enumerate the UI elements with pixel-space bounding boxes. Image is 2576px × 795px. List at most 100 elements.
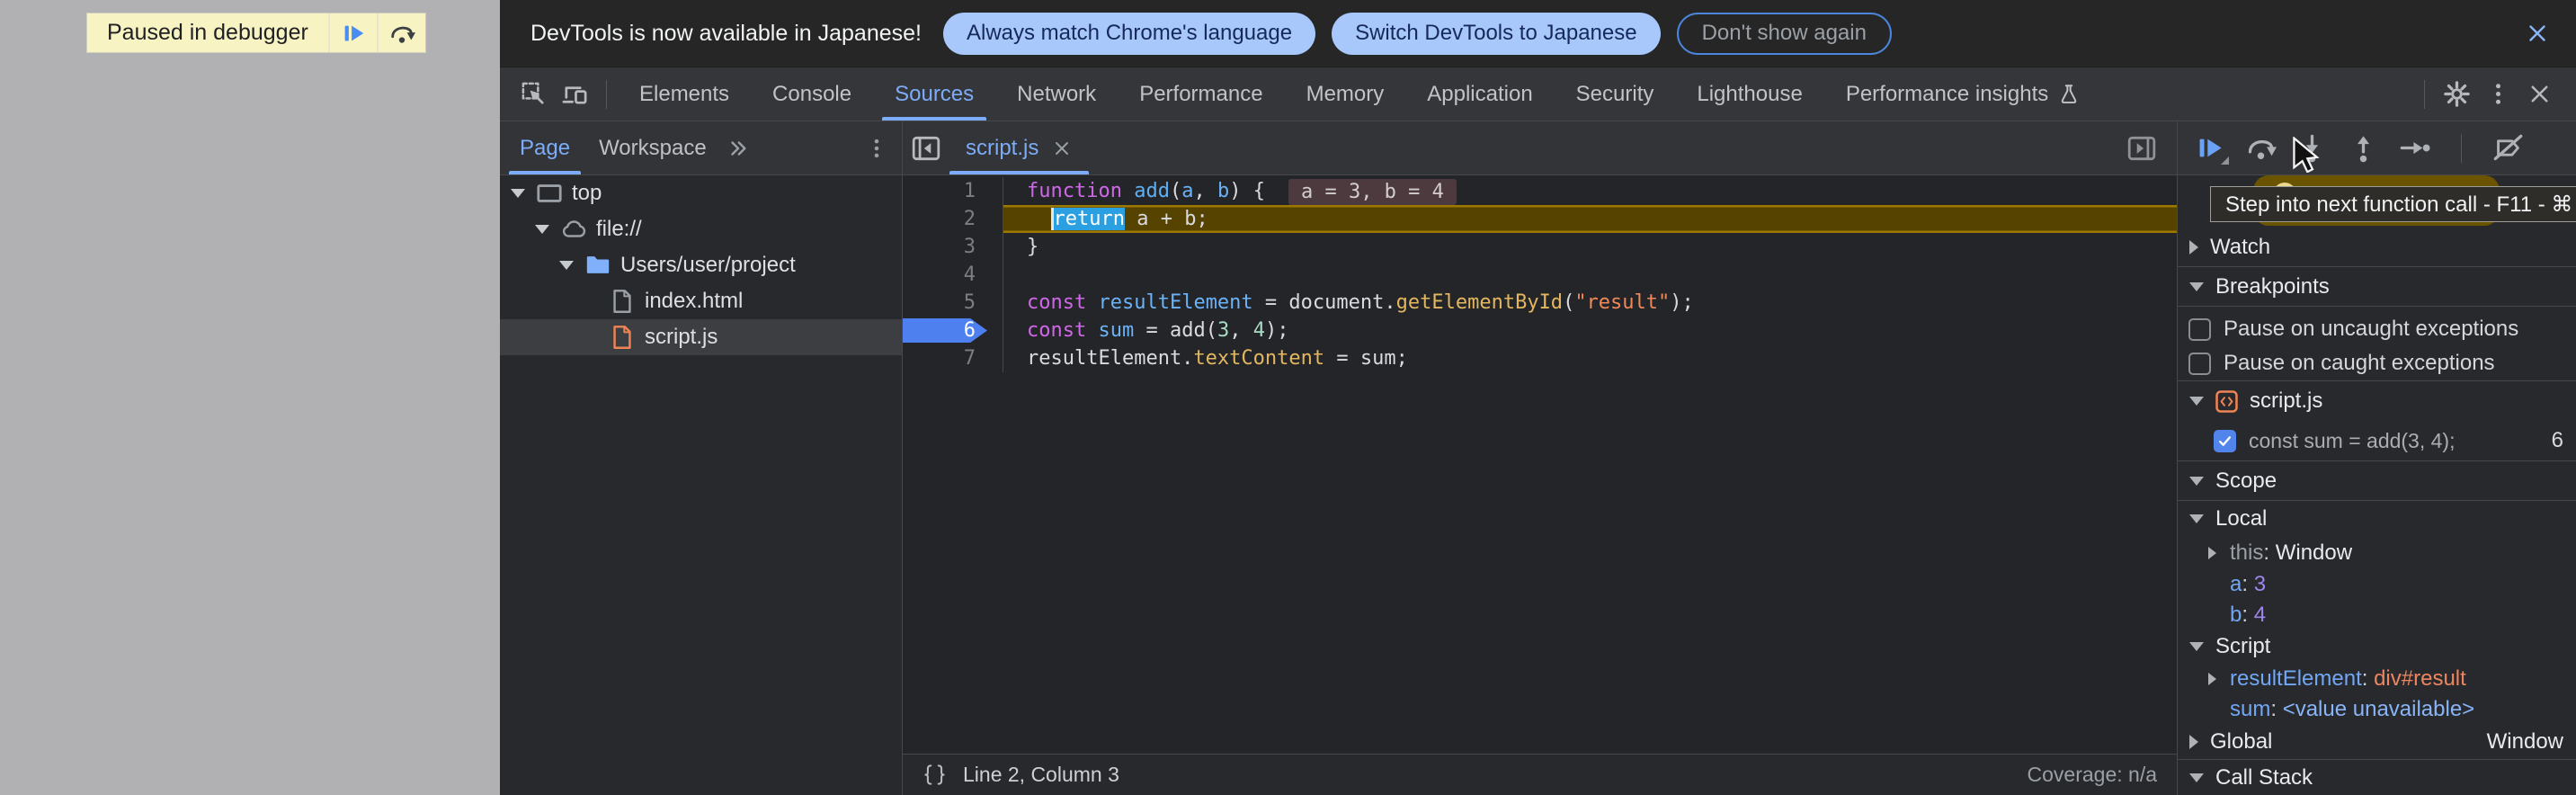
code-token bbox=[1086, 291, 1098, 314]
collapse-arrow-icon[interactable] bbox=[2189, 397, 2204, 406]
scope-section-script[interactable]: Script bbox=[2178, 630, 2576, 663]
tab-lighthouse[interactable]: Lighthouse bbox=[1675, 67, 1823, 121]
scope-variable-b[interactable]: b: 4 bbox=[2178, 600, 2576, 630]
expand-arrow-icon[interactable] bbox=[2189, 735, 2198, 749]
tab-elements[interactable]: Elements bbox=[618, 67, 751, 121]
code-line[interactable]: 4 bbox=[903, 261, 2177, 289]
code-token: resultElement bbox=[1098, 291, 1252, 314]
breakpoint-entry[interactable]: const sum = add(3, 4);6 bbox=[2178, 421, 2576, 460]
scope-section-local[interactable]: Local bbox=[2178, 501, 2576, 537]
code-editor[interactable]: 1function add(a, b) {a = 3, b = 42 retur… bbox=[903, 175, 2177, 754]
tab-label: Memory bbox=[1306, 82, 1385, 107]
tab-network[interactable]: Network bbox=[995, 67, 1118, 121]
tree-item-file[interactable]: file:// bbox=[500, 211, 902, 247]
step-over-button[interactable] bbox=[2245, 132, 2277, 164]
code-line[interactable]: 1function add(a, b) {a = 3, b = 4 bbox=[903, 177, 2177, 205]
line-number-gutter[interactable]: 4 bbox=[903, 261, 1003, 289]
line-number-gutter[interactable]: 1 bbox=[903, 177, 1003, 205]
line-number-gutter[interactable]: 3 bbox=[903, 233, 1003, 261]
line-number-gutter[interactable]: 6 bbox=[903, 317, 1003, 344]
scope-variable-sum[interactable]: sum: <value unavailable> bbox=[2178, 694, 2576, 725]
tree-item-users-user-project[interactable]: Users/user/project bbox=[500, 247, 902, 283]
panel-left-icon[interactable] bbox=[903, 133, 949, 164]
code-line[interactable]: 6const sum = add(3, 4); bbox=[903, 317, 2177, 344]
close-icon[interactable] bbox=[2518, 67, 2560, 121]
tab-sources[interactable]: Sources bbox=[873, 67, 995, 121]
tree-item-label: index.html bbox=[645, 289, 743, 314]
expand-arrow-icon[interactable] bbox=[2208, 673, 2216, 685]
tab-security[interactable]: Security bbox=[1555, 67, 1676, 121]
expand-arrow-icon[interactable] bbox=[2208, 547, 2216, 559]
tree-item-script-js[interactable]: script.js bbox=[500, 319, 902, 355]
tree-item-index-html[interactable]: index.html bbox=[500, 283, 902, 319]
collapse-arrow-icon[interactable] bbox=[2189, 642, 2204, 651]
deactivate-breakpoints-button[interactable] bbox=[2492, 132, 2524, 164]
code-line[interactable]: 3} bbox=[903, 233, 2177, 261]
breakpoint-checkbox[interactable] bbox=[2214, 430, 2236, 452]
code-line[interactable]: 5const resultElement = document.getEleme… bbox=[903, 289, 2177, 317]
code-token: ); bbox=[1265, 319, 1289, 342]
expand-arrow-icon[interactable] bbox=[2189, 240, 2198, 255]
editor-tab-script-js[interactable]: script.js bbox=[949, 121, 1089, 174]
scope-section-global[interactable]: GlobalWindow bbox=[2178, 725, 2576, 759]
always-match-chrome-s-language-button[interactable]: Always match Chrome's language bbox=[943, 13, 1315, 55]
navigator-tab-workspace[interactable]: Workspace bbox=[584, 121, 721, 174]
collapse-arrow-icon[interactable] bbox=[2189, 773, 2204, 782]
chevron-double-right-icon[interactable] bbox=[726, 137, 750, 160]
expand-arrow-icon[interactable] bbox=[511, 189, 525, 198]
tab-console[interactable]: Console bbox=[751, 67, 873, 121]
section-scope[interactable]: Scope bbox=[2178, 461, 2576, 501]
collapse-arrow-icon[interactable] bbox=[2189, 514, 2204, 523]
step-into-button[interactable] bbox=[2296, 132, 2328, 164]
watch-label: Watch bbox=[2210, 235, 2270, 260]
tab-application[interactable]: Application bbox=[1405, 67, 1554, 121]
collapse-arrow-icon[interactable] bbox=[2189, 477, 2204, 486]
inspect-icon[interactable] bbox=[513, 67, 554, 121]
close-icon[interactable] bbox=[1051, 138, 1073, 159]
pause-on-uncaught-exceptions-option[interactable]: Pause on uncaught exceptions bbox=[2178, 312, 2576, 346]
tab-performance[interactable]: Performance bbox=[1118, 67, 1284, 121]
checkbox[interactable] bbox=[2188, 318, 2211, 341]
line-number-gutter[interactable]: 7 bbox=[903, 344, 1003, 372]
device-toolbar-icon[interactable] bbox=[554, 67, 595, 121]
switch-devtools-to-japanese-button[interactable]: Switch DevTools to Japanese bbox=[1332, 13, 1661, 55]
code-token: "result" bbox=[1574, 291, 1670, 314]
scope-variable-this[interactable]: this: Window bbox=[2178, 537, 2576, 569]
panel-right-icon[interactable] bbox=[2126, 133, 2177, 164]
step-button[interactable] bbox=[2399, 132, 2430, 164]
devtools-screenshot: Paused in debugger DevTools is now avail… bbox=[0, 0, 2576, 795]
tab-memory[interactable]: Memory bbox=[1285, 67, 1406, 121]
collapse-arrow-icon[interactable] bbox=[2189, 282, 2204, 291]
code-line[interactable]: 7resultElement.textContent = sum; bbox=[903, 344, 2177, 372]
breakpoint-group-script-js[interactable]: script.js bbox=[2178, 381, 2576, 421]
navigator-tab-page[interactable]: Page bbox=[505, 121, 584, 174]
line-number-gutter[interactable]: 2 bbox=[903, 205, 1003, 233]
scope-variable-a[interactable]: a: 3 bbox=[2178, 569, 2576, 600]
braces-icon[interactable] bbox=[923, 763, 947, 787]
variable-value: Window bbox=[2276, 540, 2352, 566]
section-call-stack[interactable]: Call Stack bbox=[2178, 759, 2576, 795]
close-icon[interactable] bbox=[2524, 20, 2551, 47]
step-out-button[interactable] bbox=[2348, 132, 2379, 164]
tree-item-top[interactable]: top bbox=[500, 175, 902, 211]
expand-arrow-icon[interactable] bbox=[535, 225, 549, 234]
step-over-button[interactable] bbox=[377, 13, 425, 52]
gear-icon[interactable] bbox=[2436, 67, 2477, 121]
kebab-menu-icon[interactable] bbox=[864, 136, 902, 161]
resume-button[interactable] bbox=[2194, 132, 2225, 164]
section-breakpoints[interactable]: Breakpoints bbox=[2178, 267, 2576, 307]
code-line[interactable]: 2 return a + b; bbox=[903, 205, 2177, 233]
pause-on-caught-exceptions-option[interactable]: Pause on caught exceptions bbox=[2178, 346, 2576, 380]
expand-arrow-icon[interactable] bbox=[559, 261, 574, 270]
checkbox[interactable] bbox=[2188, 353, 2211, 375]
paused-in-debugger-banner: Paused in debugger bbox=[86, 13, 426, 53]
resume-button[interactable] bbox=[328, 13, 377, 52]
line-number-gutter[interactable]: 5 bbox=[903, 289, 1003, 317]
kebab-menu-icon[interactable] bbox=[2477, 67, 2518, 121]
don-t-show-again-button[interactable]: Don't show again bbox=[1677, 13, 1892, 55]
code-token: textContent bbox=[1193, 347, 1324, 370]
code-token: b bbox=[1217, 180, 1229, 202]
scope-variable-resultelement[interactable]: resultElement: div#result bbox=[2178, 663, 2576, 694]
tab-performance-insights[interactable]: Performance insights bbox=[1824, 67, 2102, 121]
section-watch[interactable]: Watch bbox=[2178, 228, 2576, 267]
